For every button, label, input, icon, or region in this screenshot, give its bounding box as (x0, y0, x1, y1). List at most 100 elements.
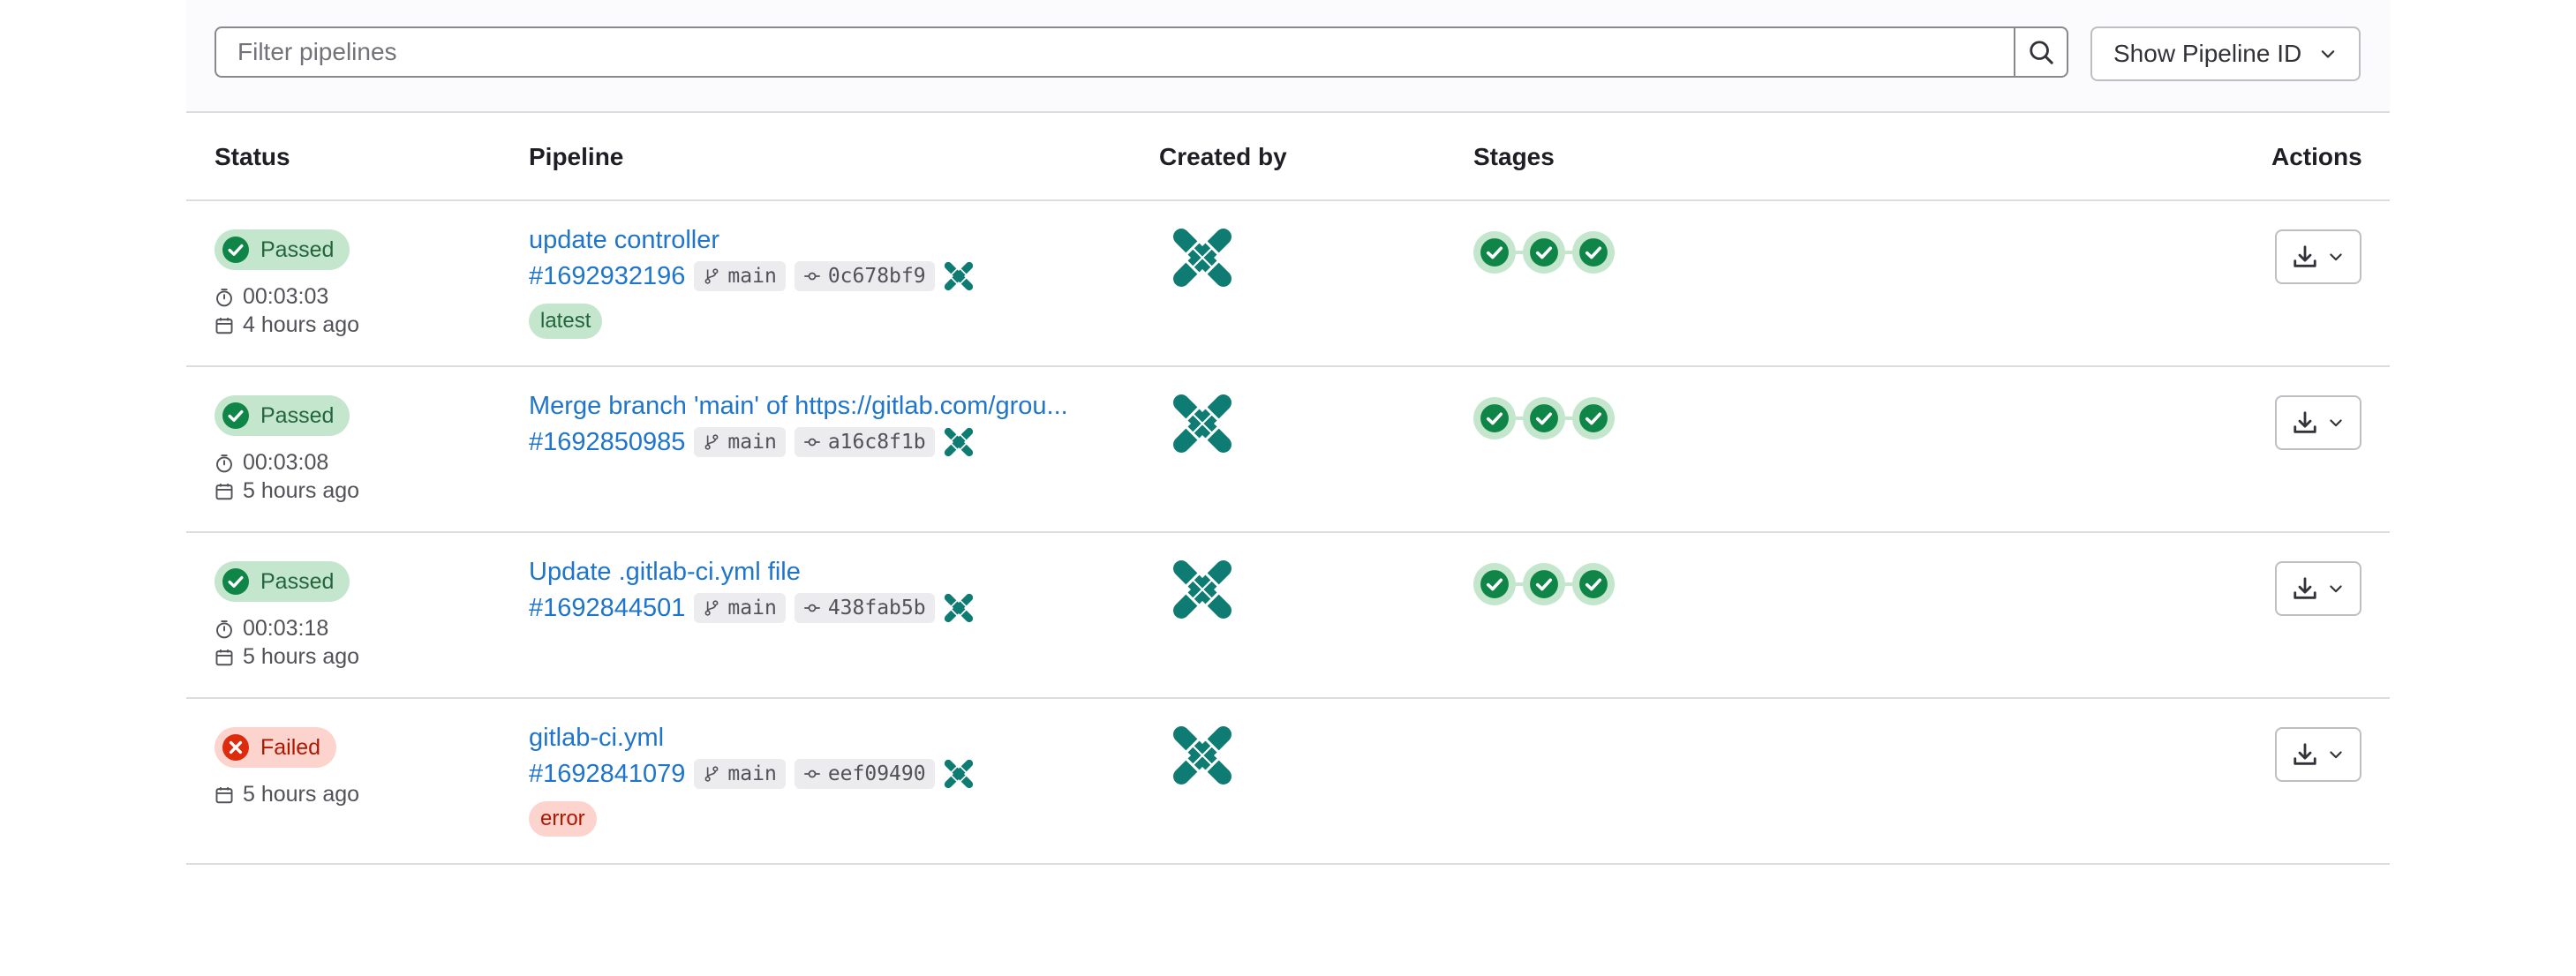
stage-connector (1565, 417, 1572, 420)
stage-status[interactable] (1572, 231, 1615, 274)
stage-connector (1516, 251, 1523, 254)
stage-status[interactable] (1572, 397, 1615, 439)
calendar-icon (215, 317, 233, 334)
finished-value: 5 hours ago (243, 644, 360, 669)
status-badge[interactable]: Passed (215, 395, 350, 436)
duration: 00:03:08 (215, 450, 328, 476)
pipeline-tag: error (529, 801, 597, 837)
branch-name: main (727, 431, 777, 454)
branch-chip[interactable]: main (694, 427, 786, 457)
pipeline-title-link[interactable]: gitlab-ci.yml (529, 724, 664, 753)
status-label: Passed (260, 402, 335, 428)
pipeline-id-link[interactable]: #1692932196 (529, 262, 685, 291)
duration-value: 00:03:18 (243, 616, 329, 641)
commit-chip[interactable]: a16c8f1b (794, 427, 935, 457)
creator-avatar[interactable] (1172, 228, 1232, 288)
stage-status[interactable] (1523, 397, 1565, 439)
commit-chip[interactable]: 0c678bf9 (794, 261, 935, 291)
commit-sha: a16c8f1b (827, 431, 926, 454)
commit-author-avatar[interactable] (943, 261, 974, 291)
stage-status[interactable] (1473, 563, 1516, 605)
stage-status[interactable] (1473, 231, 1516, 274)
stage-status[interactable] (1523, 563, 1565, 605)
show-pipeline-id-dropdown[interactable]: Show Pipeline ID (2090, 26, 2361, 81)
status-success-icon (1480, 238, 1509, 267)
commit-chip[interactable]: 438fab5b (794, 593, 935, 623)
timer-icon (216, 288, 232, 306)
branch-chip[interactable]: main (694, 593, 786, 623)
pipeline-refs: #1692850985 main a16c8f1b (529, 427, 974, 457)
search-icon (2030, 41, 2053, 64)
pipeline-id-link[interactable]: #1692844501 (529, 594, 685, 623)
finished-time: 5 hours ago (215, 644, 359, 670)
status-label: Passed (260, 236, 335, 262)
commit-author-avatar[interactable] (943, 427, 974, 457)
commit-icon (804, 770, 820, 778)
download-artifacts-dropdown[interactable] (2275, 229, 2361, 284)
timer-icon (216, 454, 232, 472)
status-badge[interactable]: Passed (215, 561, 350, 602)
download-artifacts-dropdown[interactable] (2275, 395, 2361, 450)
download-artifacts-dropdown[interactable] (2275, 727, 2361, 782)
timer-icon (216, 619, 232, 638)
stage-status[interactable] (1523, 231, 1565, 274)
commit-icon (804, 272, 820, 281)
commit-chip[interactable]: eef09490 (794, 759, 935, 789)
table-row: Passed 00:03:03 4 hours ago update contr… (186, 201, 2390, 367)
download-icon (2294, 577, 2316, 599)
branch-icon (704, 434, 719, 450)
table-row: Passed 00:03:18 5 hours ago Update .gitl… (186, 533, 2390, 699)
commit-author-avatar[interactable] (943, 759, 974, 789)
pipeline-title-link[interactable]: Update .gitlab-ci.yml file (529, 558, 801, 587)
stage-connector (1516, 417, 1523, 420)
calendar-icon (215, 786, 233, 803)
pipeline-id-link[interactable]: #1692850985 (529, 428, 685, 457)
status-success-icon (1480, 404, 1509, 432)
commit-sha: eef09490 (827, 762, 926, 785)
branch-icon (704, 600, 719, 616)
pipeline-refs: #1692841079 main eef09490 (529, 759, 974, 789)
chevron-down-icon (2330, 253, 2342, 261)
stage-status[interactable] (1572, 563, 1615, 605)
branch-name: main (727, 762, 777, 785)
stage-status[interactable] (1473, 397, 1516, 439)
status-badge[interactable]: Failed (215, 727, 337, 768)
creator-avatar[interactable] (1172, 394, 1232, 454)
status-success-icon (222, 236, 249, 263)
status-success-icon (1530, 570, 1558, 598)
status-badge[interactable]: Passed (215, 229, 350, 270)
finished-value: 4 hours ago (243, 312, 360, 337)
search-button[interactable] (2014, 26, 2068, 78)
pipeline-id-link[interactable]: #1692841079 (529, 760, 685, 789)
filter-pipelines-input[interactable] (215, 26, 2014, 78)
header-status: Status (215, 143, 290, 170)
download-artifacts-dropdown[interactable] (2275, 561, 2361, 616)
pipeline-title-link[interactable]: update controller (529, 226, 719, 255)
creator-avatar[interactable] (1172, 559, 1232, 619)
status-success-icon (1579, 238, 1608, 267)
finished-time: 4 hours ago (215, 312, 359, 338)
branch-chip[interactable]: main (694, 261, 786, 291)
table-row: Failed 5 hours ago gitlab-ci.yml #169284… (186, 699, 2390, 865)
status-success-icon (1579, 570, 1608, 598)
show-pipeline-id-label: Show Pipeline ID (2113, 40, 2302, 67)
finished-value: 5 hours ago (243, 782, 360, 807)
branch-chip[interactable]: main (694, 759, 786, 789)
filter-bar: Show Pipeline ID (186, 0, 2390, 113)
table-row: Passed 00:03:08 5 hours ago Merge branch… (186, 367, 2390, 533)
status-success-icon (1579, 404, 1608, 432)
status-label: Passed (260, 568, 335, 594)
pipeline-refs: #1692844501 main 438fab5b (529, 593, 974, 623)
duration: 00:03:03 (215, 284, 328, 310)
pipeline-title-link[interactable]: Merge branch 'main' of https://gitlab.co… (529, 392, 1068, 421)
commit-author-avatar[interactable] (943, 593, 974, 623)
download-icon (2294, 245, 2316, 267)
header-pipeline: Pipeline (529, 143, 624, 170)
branch-name: main (727, 265, 777, 288)
creator-avatar[interactable] (1172, 725, 1232, 785)
finished-time: 5 hours ago (215, 782, 359, 807)
status-success-icon (222, 402, 249, 429)
calendar-icon (215, 483, 233, 499)
branch-icon (704, 268, 719, 284)
duration: 00:03:18 (215, 616, 328, 642)
